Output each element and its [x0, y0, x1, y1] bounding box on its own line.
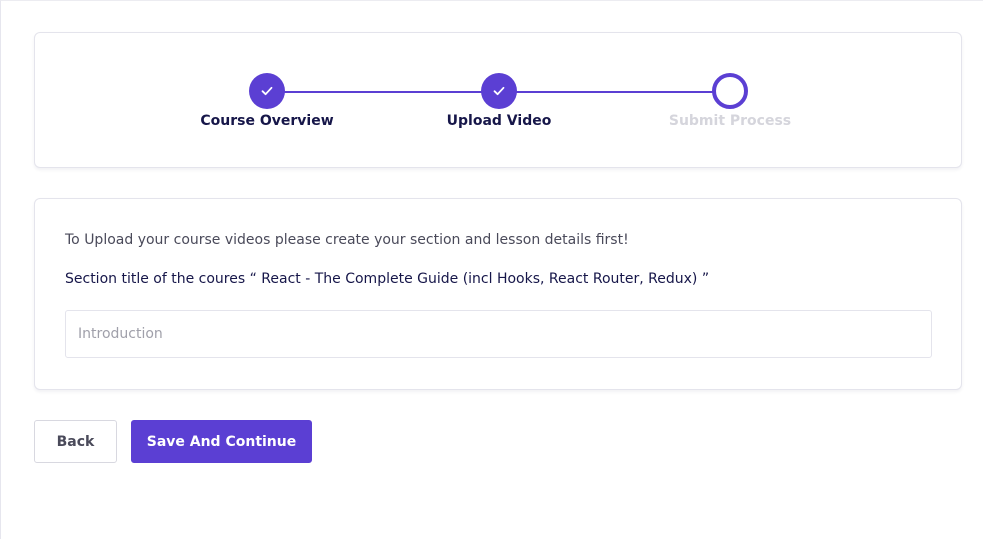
step-course-overview-indicator[interactable]: [249, 73, 285, 109]
step-upload-video-label: Upload Video: [446, 113, 552, 129]
upload-video-page: Course Overview Upload Video Submit Proc…: [0, 0, 983, 539]
step-upload-video-indicator[interactable]: [481, 73, 517, 109]
step-submit-process-label: Submit Process: [668, 113, 792, 129]
upload-instructions: To Upload your course videos please crea…: [65, 232, 629, 248]
progress-stepper: Course Overview Upload Video Submit Proc…: [34, 32, 962, 168]
section-title-input[interactable]: [65, 310, 932, 358]
section-form-card: To Upload your course videos please crea…: [34, 198, 962, 390]
check-icon: [261, 86, 273, 96]
save-and-continue-button[interactable]: Save And Continue: [131, 420, 312, 463]
stepper-connector-2: [514, 91, 730, 93]
section-title-label: Section title of the coures “ React - Th…: [65, 271, 710, 287]
step-submit-process-indicator[interactable]: [712, 73, 748, 109]
step-course-overview-label: Course Overview: [200, 113, 334, 129]
check-icon: [493, 86, 505, 96]
stepper-connector-1: [282, 91, 498, 93]
back-button[interactable]: Back: [34, 420, 117, 463]
